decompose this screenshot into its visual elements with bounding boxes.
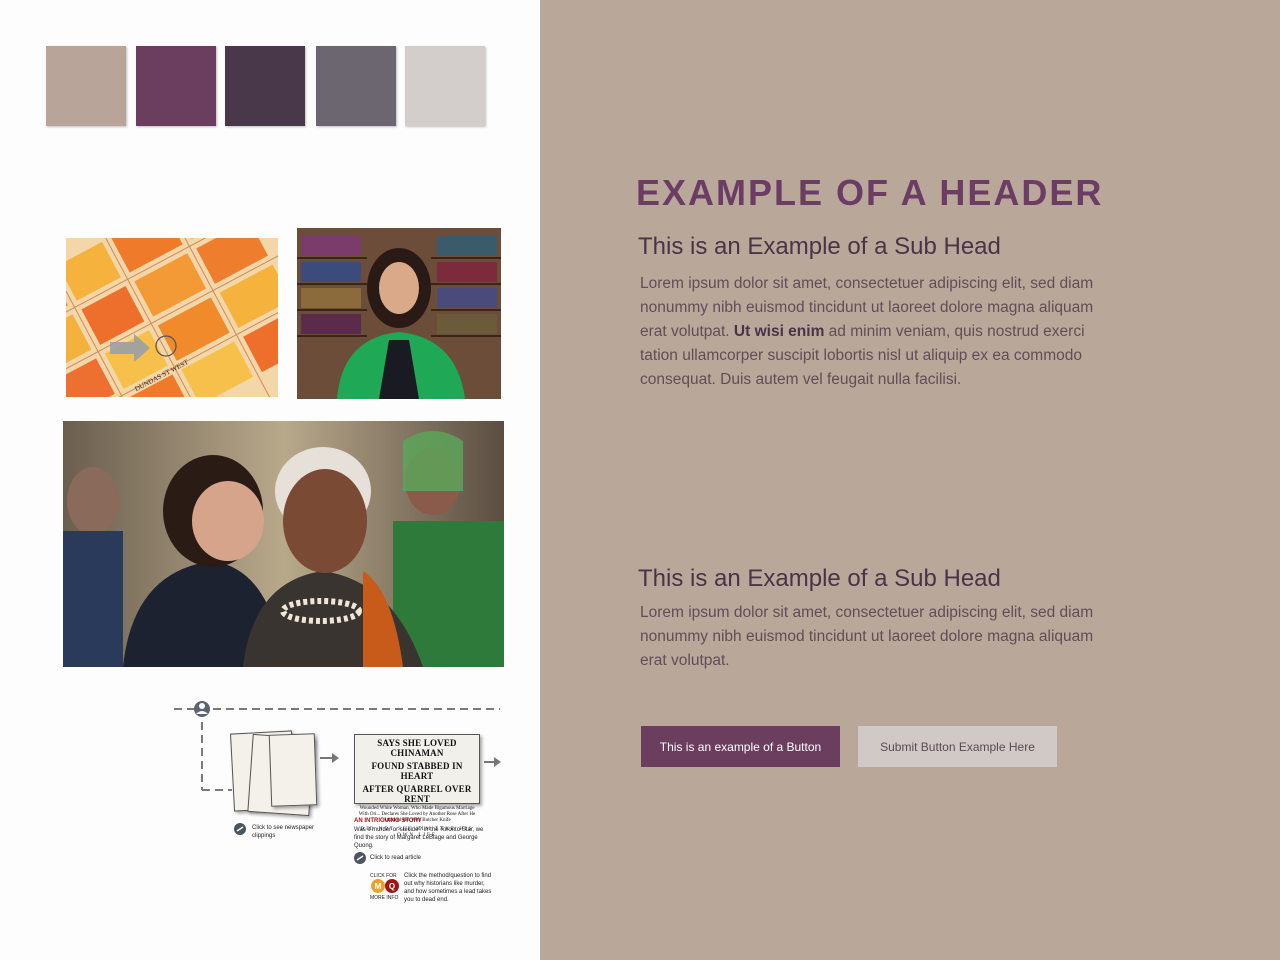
story-text: Was it murder or suicide? In the Toronto… [354, 827, 484, 849]
arrow-right-icon [320, 753, 339, 763]
color-swatch-slate [316, 46, 396, 126]
arrow-right-icon [484, 757, 501, 767]
subhead-1: This is an Example of a Sub Head [638, 233, 1001, 260]
historic-map-image: DUNDAS ST WEST [66, 238, 278, 397]
headline-line: SAYS SHE LOVED CHINAMAN [377, 738, 457, 758]
portrait-photo [297, 228, 501, 399]
story-title: AN INTRIGUING STORY [354, 818, 422, 824]
body-text-1: Lorem ipsum dolor sit amet, consectetuer… [640, 272, 1110, 392]
more-info-label: MORE INFO [370, 895, 399, 901]
left-panel: DUNDAS ST WEST Click to see newspaper cl… [0, 0, 540, 960]
story-diagram: Click to see newspaper clippings SAYS SH… [170, 694, 510, 914]
headline-line: AFTER QUARREL OVER RENT [362, 784, 472, 804]
newspaper-headline-clipping[interactable]: SAYS SHE LOVED CHINAMAN FOUND STABBED IN… [354, 734, 480, 838]
subhead-2: This is an Example of a Sub Head [638, 565, 1001, 592]
link-icon [234, 823, 246, 835]
method-badge[interactable]: M [371, 879, 385, 893]
right-panel [540, 0, 1280, 960]
link-icon [354, 852, 366, 864]
color-swatch-aubergine [225, 46, 305, 126]
color-swatch-taupe [46, 46, 126, 126]
primary-button[interactable]: This is an example of a Button [641, 726, 840, 767]
color-swatch-plum [136, 46, 216, 126]
method-text: Click the method/question to find out wh… [404, 873, 492, 903]
submit-button[interactable]: Submit Button Example Here [858, 726, 1057, 767]
user-icon [194, 701, 210, 717]
headline-line: FOUND STABBED IN HEART [371, 761, 463, 781]
page-header: EXAMPLE OF A HEADER [636, 172, 1104, 213]
newspaper-clipping[interactable] [268, 733, 318, 807]
body-text-2: Lorem ipsum dolor sit amet, consectetuer… [640, 604, 1094, 669]
clippings-caption: Click to see newspaper clippings [252, 825, 315, 839]
color-swatch-light-grey [405, 46, 485, 126]
read-article-link[interactable]: Click to read article [370, 854, 421, 862]
question-badge[interactable]: Q [385, 879, 399, 893]
couple-celebration-photo [63, 421, 504, 667]
body-text-bold: Ut wisi enim [733, 323, 825, 340]
